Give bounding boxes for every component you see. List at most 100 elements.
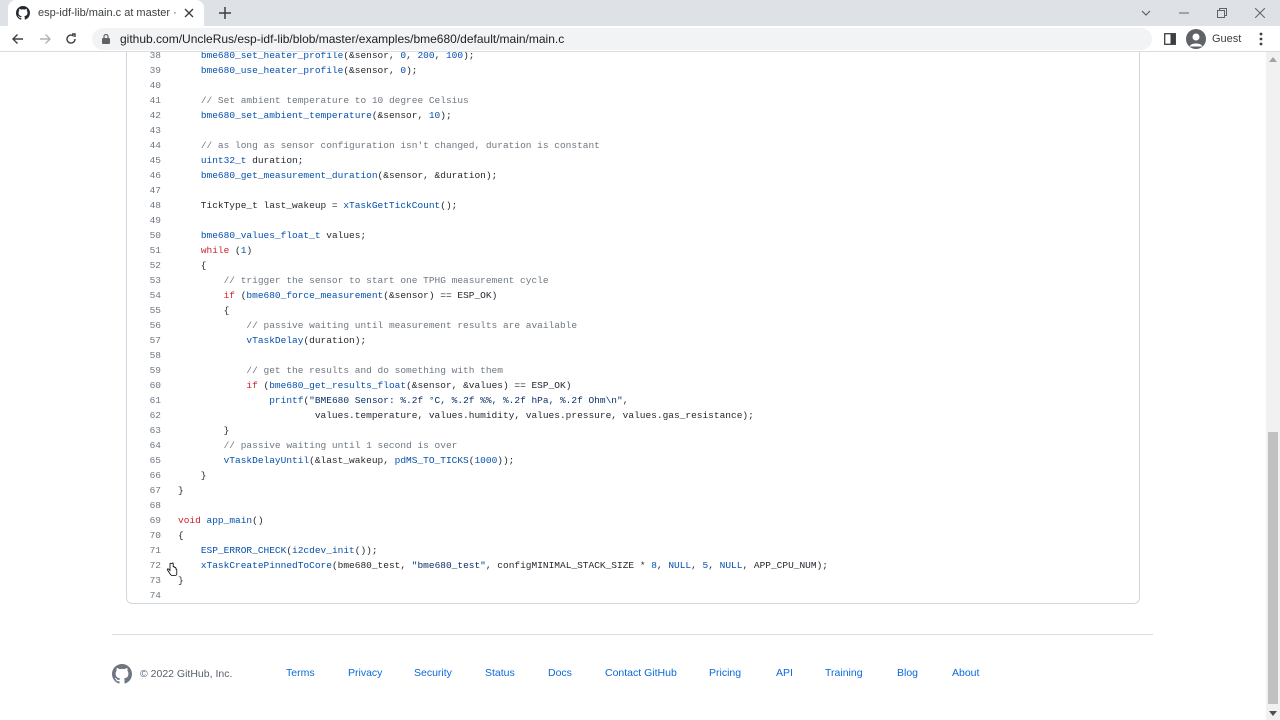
line-number[interactable]: 53	[127, 275, 161, 286]
code-text: {	[178, 260, 207, 271]
reload-icon[interactable]	[62, 30, 80, 48]
code-line: 63 }	[127, 423, 1139, 438]
footer-divider	[112, 634, 1153, 635]
code-text: }	[178, 425, 230, 436]
github-logo-icon[interactable]	[112, 664, 132, 684]
minimize-icon[interactable]	[1165, 0, 1203, 26]
reading-list-icon[interactable]	[1161, 30, 1179, 48]
line-number[interactable]: 56	[127, 320, 161, 331]
line-number[interactable]: 48	[127, 200, 161, 211]
line-number[interactable]: 61	[127, 395, 161, 406]
line-number[interactable]: 52	[127, 260, 161, 271]
menu-dots-icon[interactable]	[1252, 30, 1270, 48]
back-arrow-icon[interactable]	[9, 30, 27, 48]
line-number[interactable]: 40	[127, 80, 161, 91]
line-number[interactable]: 49	[127, 215, 161, 226]
footer-link-docs[interactable]: Docs	[548, 667, 572, 679]
tab-title: esp-idf-lib/main.c at master · UncleRus/…	[38, 7, 178, 19]
line-number[interactable]: 54	[127, 290, 161, 301]
line-number[interactable]: 72	[127, 560, 161, 571]
line-number[interactable]: 43	[127, 125, 161, 136]
code-line: 64 // passive waiting until 1 second is …	[127, 438, 1139, 453]
footer-link-api[interactable]: API	[776, 667, 793, 679]
line-number[interactable]: 67	[127, 485, 161, 496]
code-line: 68	[127, 498, 1139, 513]
footer-link-terms[interactable]: Terms	[286, 667, 315, 679]
line-number[interactable]: 70	[127, 530, 161, 541]
line-number[interactable]: 62	[127, 410, 161, 421]
footer-link-pricing[interactable]: Pricing	[709, 667, 741, 679]
footer-link-status[interactable]: Status	[485, 667, 515, 679]
footer-link-contact[interactable]: Contact GitHub	[605, 667, 677, 679]
line-number[interactable]: 74	[127, 590, 161, 601]
forward-arrow-icon[interactable]	[36, 30, 54, 48]
url-text[interactable]: github.com/UncleRus/esp-idf-lib/blob/mas…	[120, 32, 564, 46]
line-number[interactable]: 60	[127, 380, 161, 391]
code-text: // Set ambient temperature to 10 degree …	[200, 95, 469, 106]
footer-link-blog[interactable]: Blog	[897, 667, 918, 679]
github-favicon-icon	[16, 6, 30, 20]
code-text: // trigger the sensor to start one TPHG …	[223, 275, 549, 286]
line-number[interactable]: 51	[127, 245, 161, 256]
line-number[interactable]: 45	[127, 155, 161, 166]
code-text: if (bme680_get_results_float(&sensor, &v…	[246, 380, 572, 391]
lock-icon[interactable]	[100, 33, 112, 45]
caret-up-icon[interactable]	[1266, 52, 1280, 66]
footer-link-privacy[interactable]: Privacy	[348, 667, 382, 679]
line-number[interactable]: 41	[127, 95, 161, 106]
code-text: // as long as sensor configuration isn't…	[200, 140, 600, 151]
scrollbar-thumb[interactable]	[1268, 432, 1278, 704]
code-text: while (1)	[200, 245, 253, 256]
line-number[interactable]: 44	[127, 140, 161, 151]
line-number[interactable]: 58	[127, 350, 161, 361]
line-number[interactable]: 38	[127, 52, 161, 61]
close-icon[interactable]	[182, 6, 196, 20]
close-window-icon[interactable]	[1241, 0, 1279, 26]
line-number[interactable]: 73	[127, 575, 161, 586]
profile-button[interactable]: Guest	[1186, 28, 1241, 50]
line-number[interactable]: 64	[127, 440, 161, 451]
code-line: 57 vTaskDelay(duration);	[127, 333, 1139, 348]
code-text: vTaskDelayUntil(&last_wakeup, pdMS_TO_TI…	[223, 455, 515, 466]
code-text: }	[178, 470, 207, 481]
maximize-icon[interactable]	[1203, 0, 1241, 26]
line-number[interactable]: 71	[127, 545, 161, 556]
tab-search-icon[interactable]	[1127, 0, 1165, 26]
code-line: 71 ESP_ERROR_CHECK(i2cdev_init());	[127, 543, 1139, 558]
code-line: 40	[127, 78, 1139, 93]
code-line: 60 if (bme680_get_results_float(&sensor,…	[127, 378, 1139, 393]
line-number[interactable]: 57	[127, 335, 161, 346]
code-line: 67}	[127, 483, 1139, 498]
code-line: 52 {	[127, 258, 1139, 273]
address-bar[interactable]: github.com/UncleRus/esp-idf-lib/blob/mas…	[92, 28, 1152, 50]
browser-tab[interactable]: esp-idf-lib/main.c at master · UncleRus/…	[8, 0, 204, 26]
line-number[interactable]: 68	[127, 500, 161, 511]
page-scrollbar[interactable]	[1266, 52, 1280, 720]
code-text: bme680_values_float_t values;	[200, 230, 367, 241]
code-line: 44 // as long as sensor configuration is…	[127, 138, 1139, 153]
code-line: 55 {	[127, 303, 1139, 318]
footer-link-security[interactable]: Security	[414, 667, 452, 679]
line-number[interactable]: 50	[127, 230, 161, 241]
page-content: 38 bme680_set_heater_profile(&sensor, 0,…	[0, 52, 1266, 720]
line-number[interactable]: 46	[127, 170, 161, 181]
code-text: uint32_t duration;	[200, 155, 304, 166]
caret-down-icon[interactable]	[1266, 706, 1280, 720]
line-number[interactable]: 42	[127, 110, 161, 121]
code-text: bme680_get_measurement_duration(&sensor,…	[200, 170, 498, 181]
footer-link-training[interactable]: Training	[825, 667, 863, 679]
line-number[interactable]: 39	[127, 65, 161, 76]
hand-cursor-icon	[166, 562, 178, 576]
code-text: // passive waiting until measurement res…	[246, 320, 578, 331]
code-text: // get the results and do something with…	[246, 365, 503, 376]
plus-icon[interactable]	[216, 4, 234, 22]
line-number[interactable]: 66	[127, 470, 161, 481]
line-number[interactable]: 55	[127, 305, 161, 316]
line-number[interactable]: 65	[127, 455, 161, 466]
code-text: values.temperature, values.humidity, val…	[178, 410, 754, 421]
line-number[interactable]: 63	[127, 425, 161, 436]
footer-link-about[interactable]: About	[952, 667, 979, 679]
line-number[interactable]: 47	[127, 185, 161, 196]
line-number[interactable]: 69	[127, 515, 161, 526]
line-number[interactable]: 59	[127, 365, 161, 376]
